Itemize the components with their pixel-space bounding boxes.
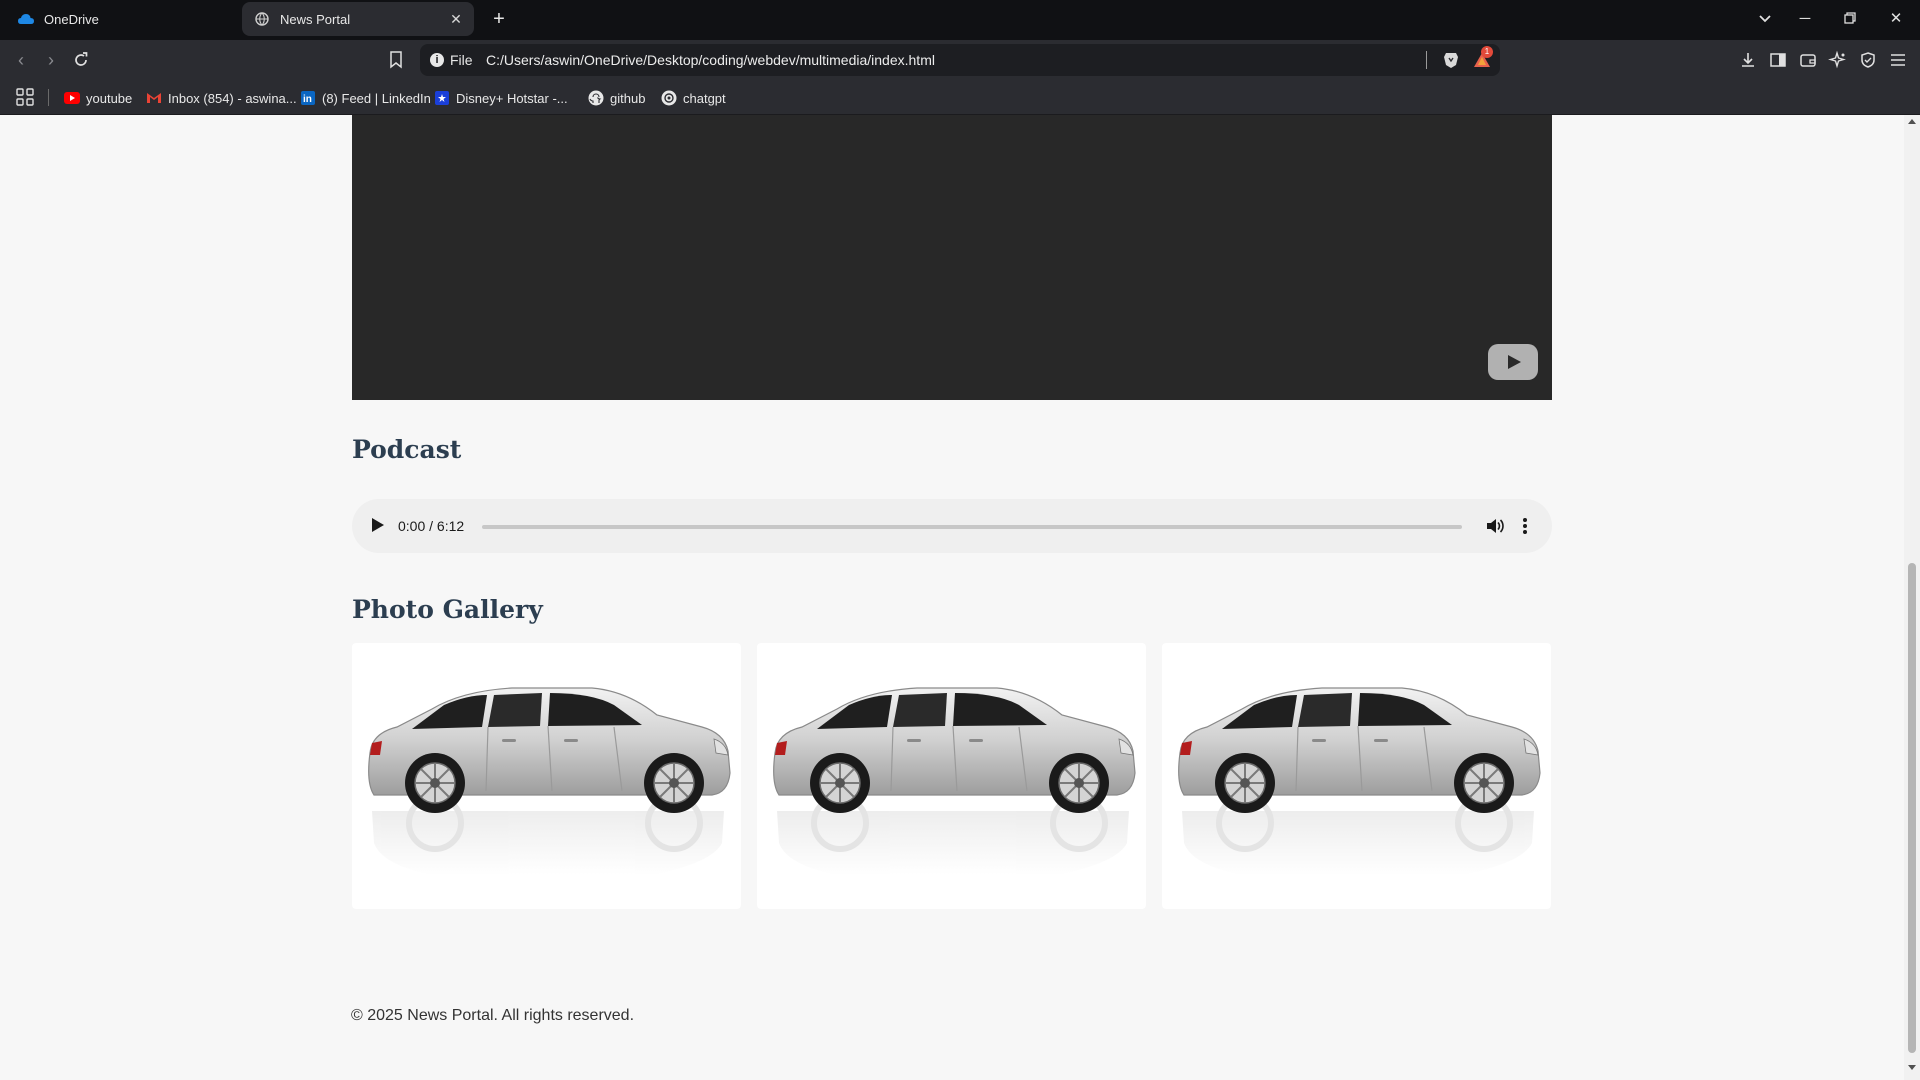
- bookmark-label: youtube: [86, 90, 133, 106]
- gmail-icon: [146, 90, 162, 106]
- bookmark-label: Inbox (854) - aswina...: [168, 90, 297, 106]
- video-player[interactable]: [352, 115, 1552, 400]
- back-button[interactable]: ‹: [10, 49, 32, 71]
- close-window-button[interactable]: ✕: [1885, 8, 1907, 30]
- forward-button[interactable]: ›: [40, 49, 62, 71]
- github-icon: [588, 90, 604, 106]
- audio-player: 0:00 / 6:12: [352, 499, 1552, 553]
- apps-grid-icon[interactable]: [16, 88, 34, 106]
- sidebar-icon[interactable]: [1768, 50, 1788, 70]
- youtube-icon: [64, 90, 80, 106]
- leo-ai-icon[interactable]: [1828, 50, 1848, 70]
- onedrive-cloud-icon: [18, 11, 34, 27]
- info-icon: i: [430, 53, 444, 67]
- page-viewport: Podcast 0:00 / 6:12 Photo Gallery © 2025…: [0, 115, 1904, 1080]
- youtube-play-button[interactable]: [1488, 344, 1538, 380]
- bookmarks-divider: [48, 89, 49, 106]
- svg-text:in: in: [303, 94, 312, 105]
- site-info-button[interactable]: i File: [430, 52, 473, 68]
- browser-toolbar: ‹ › i File C:/Users/aswin/OneDrive/Deskt…: [0, 40, 1920, 80]
- volume-icon[interactable]: [1484, 515, 1506, 537]
- bookmark-page-icon[interactable]: [388, 50, 404, 70]
- gallery-photo[interactable]: [1162, 643, 1551, 909]
- bookmark-github[interactable]: github: [588, 88, 645, 108]
- new-tab-button[interactable]: +: [488, 8, 510, 30]
- bookmark-label: chatgpt: [683, 90, 726, 106]
- bookmark-chatgpt[interactable]: chatgpt: [661, 88, 726, 108]
- audio-seek-bar[interactable]: [482, 525, 1462, 529]
- footer-copyright: © 2025 News Portal. All rights reserved.: [351, 1007, 635, 1024]
- scroll-down-arrow-icon[interactable]: [1908, 1065, 1916, 1070]
- reload-button[interactable]: [70, 49, 92, 71]
- bookmark-gmail[interactable]: Inbox (854) - aswina...: [146, 88, 297, 108]
- gallery-photo[interactable]: [757, 643, 1146, 909]
- close-tab-icon[interactable]: ✕: [448, 11, 464, 27]
- scroll-thumb[interactable]: [1908, 563, 1916, 1053]
- audio-time: 0:00 / 6:12: [398, 518, 465, 534]
- scroll-up-arrow-icon[interactable]: [1908, 119, 1916, 124]
- tab-title: News Portal: [280, 11, 351, 27]
- tab-news-portal[interactable]: News Portal ✕: [242, 2, 474, 36]
- tab-strip: OneDrive News Portal ✕ + ─ ✕: [0, 0, 1920, 40]
- globe-icon: [254, 11, 270, 27]
- chatgpt-icon: [661, 90, 677, 106]
- minimize-button[interactable]: ─: [1794, 8, 1816, 30]
- wallet-icon[interactable]: [1798, 50, 1818, 70]
- page-scrollbar[interactable]: [1904, 115, 1920, 1080]
- bookmark-youtube[interactable]: youtube: [64, 88, 132, 108]
- url-divider: [1426, 51, 1427, 69]
- url-scheme-label: File: [450, 52, 473, 68]
- hotstar-icon: [434, 90, 450, 106]
- gallery-heading: Photo Gallery: [352, 595, 543, 624]
- linkedin-icon: in: [300, 90, 316, 106]
- bookmark-label: (8) Feed | LinkedIn: [322, 90, 431, 106]
- brave-shields-icon[interactable]: [1442, 51, 1460, 69]
- photo-gallery: [352, 643, 1552, 909]
- tab-search-chevron-icon[interactable]: [1754, 8, 1776, 30]
- podcast-heading: Podcast: [352, 435, 462, 464]
- vpn-shield-icon[interactable]: [1858, 50, 1878, 70]
- address-bar[interactable]: i File C:/Users/aswin/OneDrive/Desktop/c…: [420, 44, 1500, 76]
- restore-button[interactable]: [1839, 8, 1861, 30]
- more-options-icon[interactable]: [1518, 515, 1532, 537]
- rewards-badge: 1: [1481, 46, 1493, 58]
- bookmarks-bar: youtube Inbox (854) - aswina... in (8) F…: [0, 80, 1920, 115]
- audio-play-button[interactable]: [372, 518, 384, 532]
- bookmark-hotstar[interactable]: Disney+ Hotstar -...: [434, 88, 568, 108]
- tab-onedrive[interactable]: OneDrive: [6, 2, 236, 36]
- menu-hamburger-icon[interactable]: [1888, 50, 1908, 70]
- bookmark-label: Disney+ Hotstar -...: [456, 90, 568, 106]
- downloads-icon[interactable]: [1738, 50, 1758, 70]
- tab-title: OneDrive: [44, 11, 99, 27]
- bookmark-linkedin[interactable]: in (8) Feed | LinkedIn: [300, 88, 431, 108]
- gallery-photo[interactable]: [352, 643, 741, 909]
- bookmark-label: github: [610, 90, 646, 106]
- url-text[interactable]: C:/Users/aswin/OneDrive/Desktop/coding/w…: [486, 52, 935, 68]
